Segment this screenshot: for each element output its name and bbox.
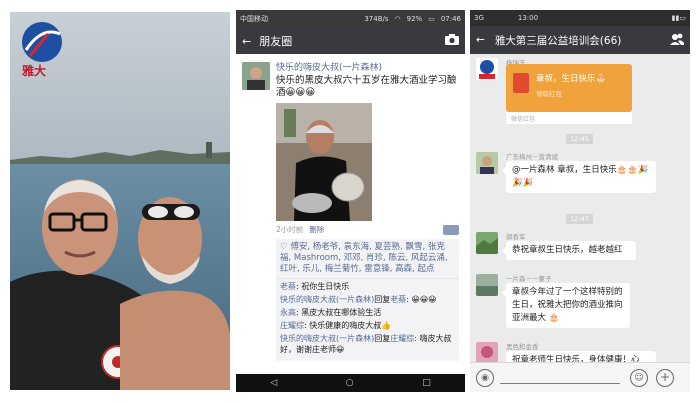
message-bubble[interactable]: 恭祝章叔生日快乐，越老越红 bbox=[502, 241, 636, 260]
group-chat-screen: 3G 13:00 ▮▮▭ ← 雅大第三届公益培训会(66) 杨瑞玉 章叔，生日快… bbox=[470, 10, 690, 392]
camera-icon[interactable] bbox=[445, 34, 459, 48]
avatar[interactable] bbox=[242, 62, 270, 90]
avatar[interactable] bbox=[476, 274, 498, 296]
comment-item[interactable]: 快乐的嗨皮大叔(一片森林)回复庄耀综: 嗨皮大叔好，谢谢庄老师😀 bbox=[280, 333, 455, 355]
back-arrow-icon[interactable]: ← bbox=[476, 34, 485, 46]
comment-item[interactable]: 老蔡: 祝你生日快乐 bbox=[280, 281, 455, 292]
selfie-photo: 雅大 bbox=[10, 12, 230, 390]
network-speed: 374B/s bbox=[364, 15, 389, 23]
delete-link[interactable]: 删除 bbox=[309, 224, 324, 235]
timestamp: 12:47 bbox=[566, 214, 593, 224]
comments-list: 老蔡: 祝你生日快乐 快乐的嗨皮大叔(一片森林)回复老蔡: 😀😀😀 永高: 黑皮… bbox=[276, 278, 459, 361]
avatar[interactable] bbox=[476, 342, 498, 364]
avatar[interactable] bbox=[476, 152, 498, 174]
wifi-icon: ◠ bbox=[394, 15, 401, 23]
message-input[interactable] bbox=[500, 383, 620, 384]
sender-name: 广东梅州－曾清斌 bbox=[506, 153, 558, 161]
avatar[interactable] bbox=[476, 58, 498, 80]
status-indicators: 374B/s ◠ 92% ▭ 07:46 bbox=[364, 15, 461, 23]
message-bubble[interactable]: @一片森林 章叔，生日快乐🎂🎂🎉🎉🎉 bbox=[502, 161, 656, 193]
red-packet-footer: 微信红包 bbox=[506, 112, 632, 124]
logo-text: 雅大 bbox=[22, 64, 47, 78]
man-with-goggles bbox=[120, 197, 230, 390]
avatar[interactable] bbox=[476, 232, 498, 254]
status-bar: 中国移动 374B/s ◠ 92% ▭ 07:46 bbox=[236, 10, 465, 28]
red-packet[interactable]: 章叔，生日快乐🎂 领取红包 微信红包 bbox=[506, 64, 632, 124]
nav-recent-icon[interactable]: □ bbox=[422, 378, 431, 388]
comment-menu-icon[interactable] bbox=[443, 224, 459, 235]
chat-header: ← 雅大第三届公益培训会(66) bbox=[470, 26, 690, 54]
moments-screen: 中国移动 374B/s ◠ 92% ▭ 07:46 ← 朋友圈 快乐的嗨皮大叔(… bbox=[236, 10, 465, 392]
sender-name: 一片森－一董子 bbox=[506, 275, 552, 283]
nav-back-icon[interactable]: ◁ bbox=[270, 378, 277, 388]
message-bubble[interactable]: 章叔今年过了一个这样特别的生日，祝雅大把你的酒业推向亚洲最大 🎂 bbox=[502, 283, 630, 328]
battery-icon: ▮▮▭ bbox=[671, 14, 686, 22]
page-title: 朋友圈 bbox=[259, 35, 293, 48]
android-nav-bar: ◁ ○ □ bbox=[236, 374, 465, 392]
red-packet-title: 章叔，生日快乐🎂 bbox=[536, 74, 607, 84]
comment-item[interactable]: 永高: 黑皮大叔在哪体验生活 bbox=[280, 307, 455, 318]
group-members-icon[interactable] bbox=[670, 33, 684, 48]
carrier-label: 中国移动 bbox=[240, 15, 268, 23]
red-packet-icon bbox=[513, 73, 529, 93]
red-packet-action: 领取红包 bbox=[536, 90, 562, 98]
network-type: 3G bbox=[474, 14, 484, 22]
clock: 07:46 bbox=[440, 15, 461, 23]
post-author[interactable]: 快乐的嗨皮大叔(一片森林) bbox=[276, 60, 459, 73]
emoji-icon[interactable]: ☺ bbox=[630, 369, 648, 387]
post-time: 2小时前 bbox=[276, 225, 304, 234]
post-photo[interactable] bbox=[276, 103, 372, 221]
moments-header: ← 朋友圈 bbox=[236, 28, 465, 54]
clock: 13:00 bbox=[517, 14, 539, 22]
status-bar: 3G 13:00 ▮▮▭ bbox=[470, 10, 690, 26]
timestamp: 12:45 bbox=[566, 134, 593, 144]
battery-percent: 92% bbox=[406, 15, 423, 23]
back-arrow-icon[interactable]: ← bbox=[242, 35, 251, 48]
chat-input-bar: ◉ ☺ + bbox=[470, 362, 690, 392]
likes-list: ♡ 傅安, 杨老爷, 袁东海, 夏芸熟, 飘雪, 张克福, Mashroom, … bbox=[276, 239, 459, 278]
sender-name: 郭香军 bbox=[506, 233, 526, 241]
voice-icon[interactable]: ◉ bbox=[476, 369, 494, 387]
battery-icon: ▭ bbox=[428, 15, 435, 23]
plus-icon[interactable]: + bbox=[656, 369, 674, 387]
comment-item[interactable]: 庄耀综: 快乐健康的嗨皮大叔👍 bbox=[280, 320, 455, 331]
post-text: 快乐的黑皮大叔六十五岁在雅大酒业学习酿酒😀😀😀 bbox=[276, 75, 457, 98]
nav-home-icon[interactable]: ○ bbox=[346, 378, 354, 388]
post-meta: 2小时前 删除 bbox=[276, 224, 459, 235]
sender-name: 黑色和金香 bbox=[506, 343, 539, 351]
comment-item[interactable]: 快乐的嗨皮大叔(一片森林)回复老蔡: 😀😀😀 bbox=[280, 294, 455, 305]
chat-title: 雅大第三届公益培训会(66) bbox=[494, 34, 622, 47]
moment-post: 快乐的嗨皮大叔(一片森林) 快乐的黑皮大叔六十五岁在雅大酒业学习酿酒😀😀😀 2小… bbox=[236, 54, 465, 361]
screenshot-collage: 雅大 中国移动 374B/s ◠ 92% ▭ 07:46 ← 朋友圈 快乐的嗨皮… bbox=[0, 0, 700, 403]
